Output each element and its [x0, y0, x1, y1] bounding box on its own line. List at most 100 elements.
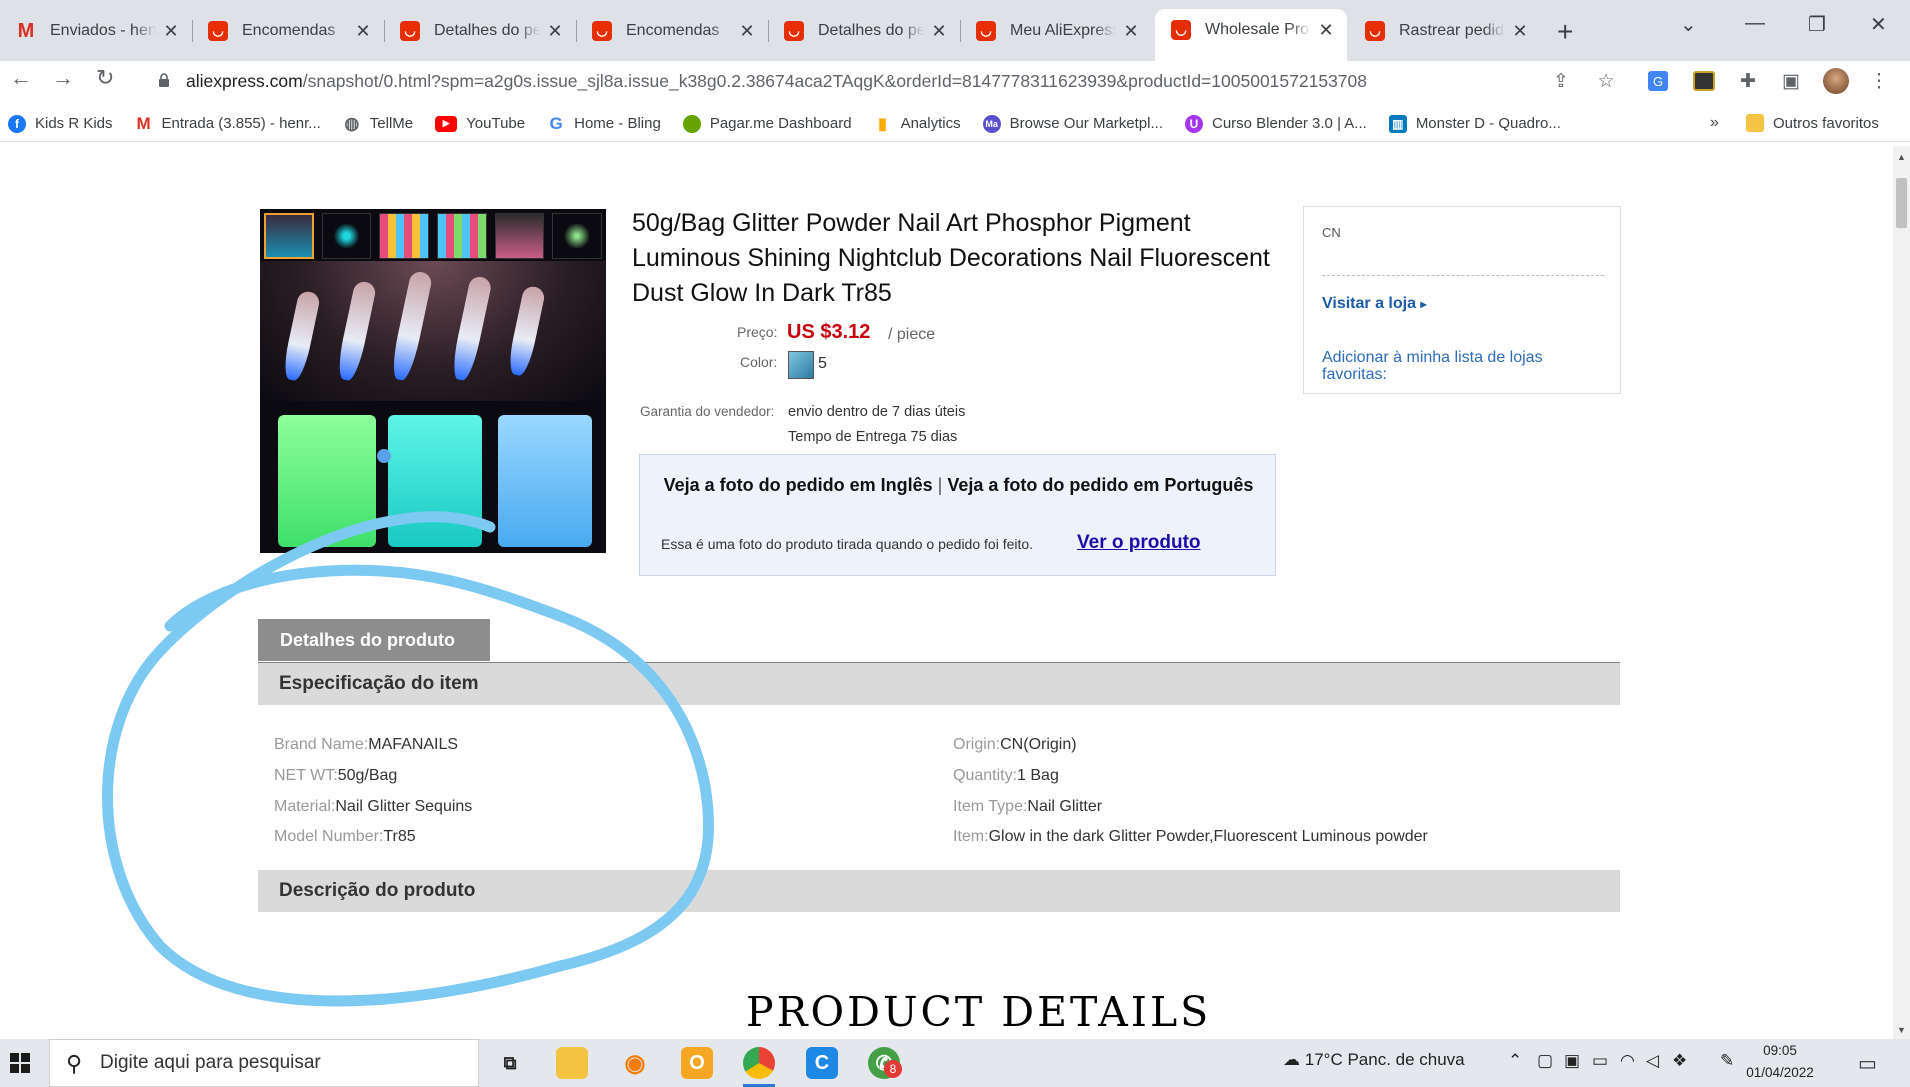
- thumbnail[interactable]: [321, 213, 372, 259]
- new-tab-button[interactable]: +: [1557, 16, 1573, 48]
- address-bar[interactable]: aliexpress.com/snapshot/0.html?spm=a2g0s…: [140, 66, 1590, 96]
- spec-net-wt: NET WT:50g/Bag: [274, 767, 397, 785]
- windows-start-icon[interactable]: [10, 1053, 30, 1073]
- spec-value: CN(Origin): [1000, 736, 1077, 753]
- restore-icon[interactable]: ❐: [1808, 12, 1826, 37]
- snapshot-note: Essa é uma foto do produto tirada quando…: [661, 536, 1034, 552]
- thumbnail[interactable]: [264, 213, 314, 259]
- display-icon[interactable]: ▣: [1564, 1051, 1580, 1071]
- bookmark-tellme[interactable]: ◍ TellMe: [343, 114, 413, 133]
- thumbnail[interactable]: [494, 213, 545, 259]
- lock-icon[interactable]: [158, 73, 170, 87]
- tab-encomendas-2[interactable]: ◡ Encomendas ✕: [576, 10, 769, 52]
- wifi-icon[interactable]: ◠: [1620, 1051, 1635, 1071]
- outlook-icon[interactable]: O: [681, 1047, 713, 1079]
- extension-image-icon[interactable]: [1691, 68, 1717, 94]
- product-image[interactable]: [260, 209, 606, 553]
- close-icon[interactable]: ✕: [546, 21, 564, 42]
- page-scrollbar[interactable]: ▲ ▼: [1893, 146, 1910, 1039]
- spec-item: Item:Glow in the dark Glitter Powder,Flu…: [953, 828, 1428, 846]
- profile-avatar[interactable]: [1823, 68, 1849, 94]
- meet-icon[interactable]: ▢: [1537, 1051, 1553, 1071]
- bookmarks-overflow-button[interactable]: »: [1710, 114, 1719, 132]
- bookmark-youtube[interactable]: ▶ YouTube: [435, 115, 525, 132]
- other-bookmarks-folder[interactable]: Outros favoritos: [1746, 114, 1879, 132]
- reload-icon[interactable]: ↻: [96, 65, 114, 91]
- close-icon[interactable]: ✕: [1317, 20, 1335, 41]
- view-portuguese-link[interactable]: Veja a foto do pedido em Português: [947, 475, 1253, 495]
- thumbnail[interactable]: [379, 213, 430, 259]
- app-c-icon[interactable]: C: [806, 1047, 838, 1079]
- bookmark-analytics[interactable]: ▮ Analytics: [874, 115, 961, 133]
- spec-key: Model Number:: [274, 828, 384, 845]
- chrome-icon[interactable]: [743, 1047, 775, 1087]
- taskbar-clock[interactable]: 09:05 01/04/2022: [1740, 1040, 1820, 1084]
- bookmark-pagarme[interactable]: Pagar.me Dashboard: [682, 114, 852, 133]
- close-icon[interactable]: ✕: [930, 21, 948, 42]
- battery-icon[interactable]: ▭: [1592, 1051, 1608, 1071]
- spec-value: MAFANAILS: [368, 736, 459, 753]
- tab-search-chevron-icon[interactable]: ⌄: [1680, 12, 1697, 37]
- pen-icon[interactable]: ✎: [1720, 1051, 1734, 1071]
- bookmark-kids-r-kids[interactable]: f Kids R Kids: [8, 114, 113, 133]
- tab-encomendas[interactable]: ◡ Encomendas ✕: [192, 10, 385, 52]
- notification-center-icon[interactable]: ▭: [1858, 1051, 1877, 1076]
- forward-arrow-icon[interactable]: →: [52, 65, 74, 91]
- folder-icon: [1746, 114, 1764, 132]
- tab-rastrear-pedido[interactable]: ◡ Rastrear pedido ✕: [1349, 10, 1541, 52]
- color-swatch[interactable]: [788, 351, 814, 379]
- scroll-up-icon[interactable]: ▲: [1897, 152, 1906, 162]
- add-favorite-store-link[interactable]: Adicionar à minha lista de lojas favorit…: [1322, 349, 1602, 383]
- guarantee-label: Garantia do vendedor:: [640, 404, 775, 419]
- view-product-link[interactable]: Ver o produto: [1077, 532, 1201, 554]
- tab-meu-aliexpress[interactable]: ◡ Meu AliExpress ✕: [960, 10, 1152, 52]
- tab-wholesale-product[interactable]: ◡ Wholesale Prod ✕: [1155, 9, 1347, 61]
- close-icon[interactable]: ✕: [354, 21, 372, 42]
- tab-enviados[interactable]: M Enviados - henr ✕: [0, 10, 193, 52]
- spec-key: Material:: [274, 798, 336, 815]
- file-explorer-icon[interactable]: [556, 1047, 588, 1079]
- scroll-down-icon[interactable]: ▼: [1897, 1025, 1906, 1035]
- side-panel-icon[interactable]: ▣: [1778, 68, 1804, 94]
- tab-detalhes-pedido-2[interactable]: ◡ Detalhes do pe ✕: [768, 10, 961, 52]
- menu-kebab-icon[interactable]: ⋮: [1866, 68, 1892, 94]
- close-icon[interactable]: ✕: [1511, 21, 1529, 42]
- extensions-puzzle-icon[interactable]: ✚: [1735, 68, 1761, 94]
- aliexpress-icon: ◡: [208, 21, 228, 41]
- close-icon[interactable]: ✕: [1122, 21, 1140, 42]
- visit-store-link[interactable]: Visitar a loja ▸: [1322, 295, 1426, 313]
- back-arrow-icon[interactable]: ←: [10, 65, 32, 91]
- bookmark-marketplace[interactable]: Ma Browse Our Marketpl...: [982, 114, 1163, 133]
- bookmark-star-icon[interactable]: ☆: [1593, 68, 1619, 94]
- dropbox-icon[interactable]: ❖: [1672, 1051, 1687, 1071]
- scrollbar-thumb[interactable]: [1896, 178, 1907, 228]
- url-host: aliexpress.com: [186, 70, 303, 91]
- link-divider: |: [937, 475, 943, 495]
- google-translate-icon[interactable]: G: [1645, 68, 1671, 94]
- taskbar-search-box[interactable]: ⚲ Digite aqui para pesquisar: [49, 1039, 479, 1087]
- blender-icon[interactable]: ◉: [619, 1047, 651, 1079]
- bookmark-label: Analytics: [900, 115, 961, 132]
- bookmark-entrada[interactable]: M Entrada (3.855) - henr...: [135, 114, 320, 133]
- close-icon[interactable]: ✕: [738, 21, 756, 42]
- task-view-icon[interactable]: ⧉: [494, 1047, 526, 1079]
- price-unit: / piece: [888, 326, 936, 343]
- share-icon[interactable]: ⇪: [1548, 68, 1574, 94]
- close-icon[interactable]: ✕: [162, 21, 180, 42]
- minimize-icon[interactable]: —: [1745, 12, 1765, 35]
- spec-value: Nail Glitter: [1027, 798, 1103, 815]
- bookmark-monster-d[interactable]: ▥ Monster D - Quadro...: [1388, 114, 1561, 133]
- weather-widget[interactable]: ☁ 17°C Panc. de chuva: [1283, 1050, 1465, 1070]
- product-details-banner: PRODUCT DETAILS: [746, 988, 1212, 1036]
- tray-chevron-icon[interactable]: ⌃: [1508, 1051, 1522, 1071]
- tab-detalhes-pedido[interactable]: ◡ Detalhes do pe ✕: [384, 10, 577, 52]
- thumbnail[interactable]: [437, 213, 487, 259]
- bookmark-curso-blender[interactable]: U Curso Blender 3.0 | A...: [1185, 114, 1367, 133]
- carousel-dot[interactable]: [377, 449, 391, 463]
- view-english-link[interactable]: Veja a foto do pedido em Inglês: [664, 475, 933, 495]
- volume-icon[interactable]: ◁: [1646, 1051, 1659, 1071]
- thumbnail[interactable]: [552, 213, 603, 259]
- tab-product-details[interactable]: Detalhes do produto: [258, 619, 490, 661]
- window-close-icon[interactable]: ✕: [1870, 12, 1887, 37]
- bookmark-home-bling[interactable]: G Home - Bling: [547, 114, 660, 133]
